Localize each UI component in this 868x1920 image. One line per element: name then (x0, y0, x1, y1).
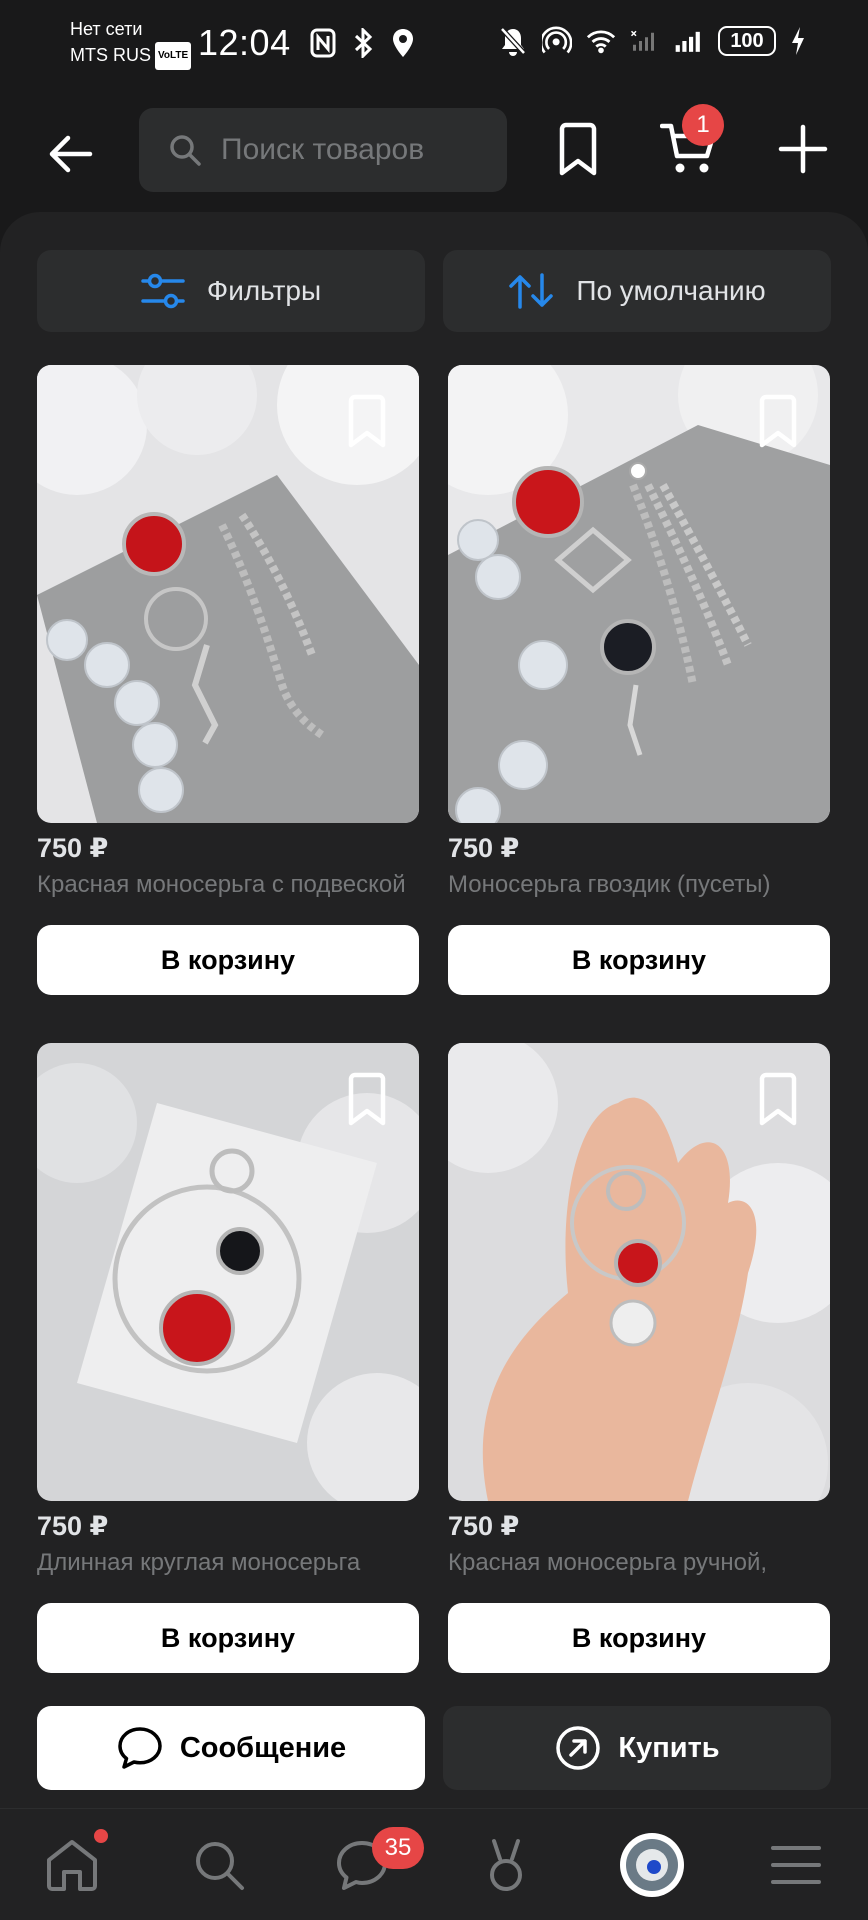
tab-profile[interactable] (618, 1831, 686, 1899)
tab-search[interactable] (187, 1833, 251, 1897)
add-to-cart-button[interactable]: В корзину (37, 925, 419, 995)
bookmark-icon[interactable] (343, 1071, 391, 1127)
product-title[interactable]: Красная моносерьга ручной, (448, 1549, 830, 1577)
mute-icon (498, 24, 528, 58)
filters-icon (141, 273, 185, 309)
home-notification-dot (94, 1829, 108, 1843)
signal-sim1-icon (630, 24, 660, 58)
message-label: Сообщение (179, 1731, 347, 1764)
top-nav: 1 (0, 90, 868, 212)
filters-button[interactable]: Фильтры (37, 250, 425, 332)
plus-icon (778, 124, 828, 174)
messages-badge: 35 (372, 1827, 424, 1869)
search-input[interactable] (221, 133, 481, 167)
bottom-tab-bar: 35 (0, 1808, 868, 1920)
product-card[interactable]: 750 ₽ Моносерьга гвоздик (пусеты) В корз… (448, 365, 830, 1005)
sort-button[interactable]: По умолчанию (443, 250, 831, 332)
product-card[interactable]: 750 ₽ Красная моносерьга ручной, В корзи… (448, 1043, 830, 1683)
bookmark-icon (559, 122, 597, 176)
filters-label: Фильтры (206, 275, 322, 306)
sort-label: По умолчанию (576, 275, 766, 306)
bookmark-icon[interactable] (754, 393, 802, 449)
add-to-cart-button[interactable]: В корзину (37, 1603, 419, 1673)
hamburger-menu-icon (771, 1846, 821, 1884)
carrier-info: Нет сети MTS RUS VoLTE (70, 16, 192, 71)
tab-clips[interactable] (474, 1833, 538, 1897)
product-title[interactable]: Моносерьга гвоздик (пусеты) (448, 871, 830, 899)
product-price: 750 ₽ (448, 1511, 520, 1541)
hotspot-icon (542, 24, 572, 58)
status-bar: Нет сети MTS RUS VoLTE 12:04 100 (0, 0, 868, 90)
add-to-cart-button[interactable]: В корзину (448, 1603, 830, 1673)
add-to-cart-button[interactable]: В корзину (448, 925, 830, 995)
product-title[interactable]: Длинная круглая моносерьга (37, 1549, 419, 1577)
product-image[interactable] (448, 365, 830, 823)
bookmarks-button[interactable] (548, 114, 608, 184)
arrow-left-icon (49, 135, 93, 173)
buy-label: Купить (618, 1731, 720, 1764)
clips-icon (490, 1839, 522, 1891)
search-box[interactable] (139, 108, 507, 192)
product-card[interactable]: 750 ₽ Длинная круглая моносерьга В корзи… (37, 1043, 419, 1683)
avatar (620, 1833, 684, 1897)
product-price: 750 ₽ (448, 833, 520, 863)
bookmark-icon[interactable] (754, 1071, 802, 1127)
product-price: 750 ₽ (37, 1511, 109, 1541)
search-icon (196, 1842, 244, 1890)
message-button[interactable]: Сообщение (37, 1706, 425, 1790)
battery-indicator: 100 (718, 26, 776, 56)
home-icon (47, 1840, 97, 1891)
product-title[interactable]: Красная моносерьга с подвеской (37, 871, 419, 899)
product-image[interactable] (37, 1043, 419, 1501)
tab-home[interactable] (40, 1833, 104, 1897)
search-icon (167, 132, 203, 168)
sort-icon (509, 273, 554, 309)
cart-count-badge: 1 (682, 104, 724, 146)
product-image[interactable] (448, 1043, 830, 1501)
message-bubble-icon (118, 1727, 162, 1769)
wifi-icon (586, 24, 616, 58)
bluetooth-icon (348, 26, 378, 60)
back-button[interactable] (38, 122, 102, 186)
tab-menu[interactable] (764, 1833, 828, 1897)
charging-icon (790, 24, 806, 58)
external-link-icon (556, 1726, 601, 1770)
carrier-status: Нет сети (70, 19, 143, 39)
product-image[interactable] (37, 365, 419, 823)
product-card[interactable]: 750 ₽ Красная моносерьга с подвеской В к… (37, 365, 419, 1005)
bookmark-icon[interactable] (343, 393, 391, 449)
product-price: 750 ₽ (37, 833, 109, 863)
add-button[interactable] (768, 114, 838, 184)
signal-sim2-icon (674, 24, 704, 58)
nfc-icon (308, 26, 338, 60)
volte-badge: VoLTE (155, 42, 192, 71)
carrier-name: MTS RUS (70, 45, 151, 65)
location-icon (388, 26, 418, 60)
clock: 12:04 (198, 22, 291, 63)
buy-button[interactable]: Купить (443, 1706, 831, 1790)
